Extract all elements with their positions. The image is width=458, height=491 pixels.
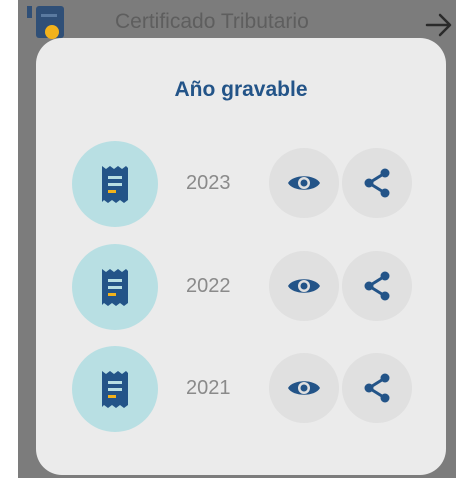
screen-title: Certificado Tributario (115, 10, 309, 33)
view-button[interactable] (269, 148, 339, 218)
receipt-icon (72, 141, 158, 227)
share-button[interactable] (342, 251, 412, 321)
document-icon (27, 6, 71, 40)
share-button[interactable] (342, 353, 412, 423)
share-icon (364, 168, 390, 198)
share-icon (364, 271, 390, 301)
eye-icon (288, 176, 320, 190)
share-button[interactable] (342, 148, 412, 218)
tax-year-label: 2022 (186, 275, 231, 297)
view-button[interactable] (269, 353, 339, 423)
arrow-right-icon[interactable] (424, 12, 454, 38)
dialog-title: Año gravable (174, 78, 308, 101)
receipt-icon (72, 346, 158, 432)
tax-year-label: 2021 (186, 377, 231, 399)
share-icon (364, 373, 390, 403)
eye-icon (288, 279, 320, 293)
eye-icon (288, 381, 320, 395)
list-item: 2022 (0, 244, 458, 334)
tax-year-label: 2023 (186, 172, 231, 194)
receipt-icon (72, 244, 158, 330)
view-button[interactable] (269, 251, 339, 321)
list-item: 2021 (0, 346, 458, 436)
list-item: 2023 (0, 141, 458, 231)
